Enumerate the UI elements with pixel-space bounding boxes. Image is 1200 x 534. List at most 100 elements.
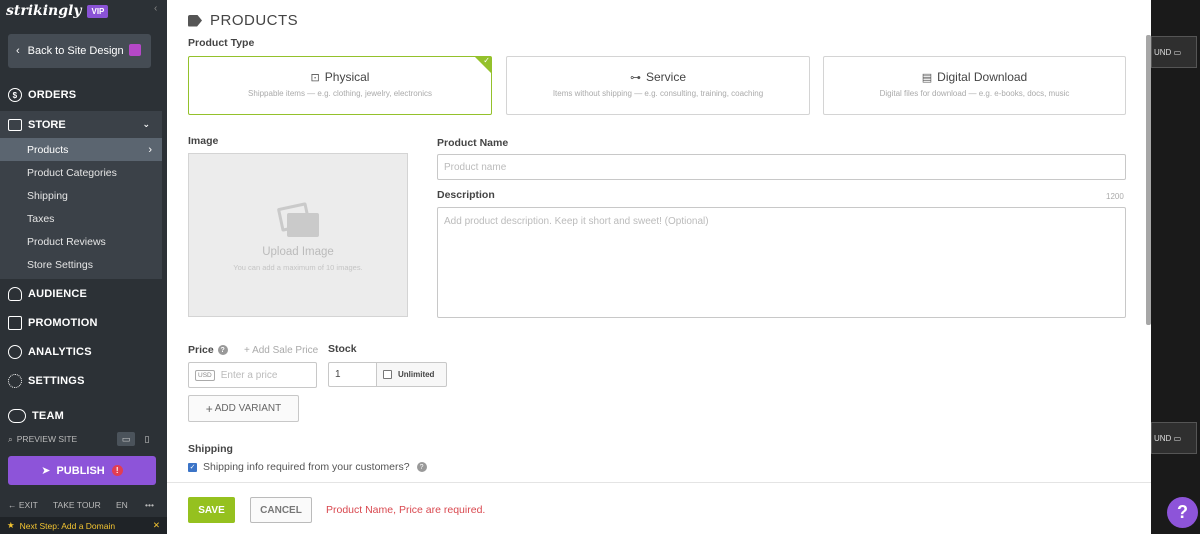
help-button[interactable]: ? xyxy=(1167,497,1198,528)
help-icon[interactable]: ? xyxy=(416,462,427,472)
description-placeholder: Add product description. Keep it short a… xyxy=(444,216,709,227)
product-type-service[interactable]: ⊶ Service Items without shipping — e.g. c… xyxy=(506,56,810,115)
sidebar-footer: ← EXIT TAKE TOUR EN ••• xyxy=(0,498,162,512)
sidebar-subitem-label: Products xyxy=(27,143,69,156)
sidebar-item-orders[interactable]: $ ORDERS xyxy=(0,85,162,105)
preview-site-link[interactable]: PREVIEW SITE xyxy=(17,434,77,444)
add-sale-price-link[interactable]: + Add Sale Price xyxy=(244,345,318,356)
upload-image-hint: You can add a maximum of 10 images. xyxy=(233,263,363,272)
next-step-label: Next Step: Add a Domain xyxy=(19,520,116,531)
sidebar-subitem-label: Product Reviews xyxy=(27,235,106,248)
product-type-label: Product Type xyxy=(188,37,255,49)
sidebar-item-label: AUDIENCE xyxy=(28,288,88,300)
save-button[interactable]: SAVE xyxy=(188,497,235,523)
publish-warning-badge: ! xyxy=(111,465,123,476)
plus-icon: + xyxy=(205,401,213,416)
logo: strikingly xyxy=(6,3,82,19)
bag-icon: ⊡ xyxy=(310,71,320,84)
description-textarea[interactable]: Add product description. Keep it short a… xyxy=(437,207,1126,318)
exit-link[interactable]: ← EXIT xyxy=(8,500,38,510)
collapse-sidebar-icon[interactable]: ‹ xyxy=(154,3,157,14)
sidebar-subitem-taxes[interactable]: Taxes xyxy=(0,207,162,230)
file-icon: ▤ xyxy=(921,71,933,84)
publish-label: PUBLISH xyxy=(56,464,105,477)
sidebar-item-audience[interactable]: AUDIENCE xyxy=(0,284,162,304)
shipping-required-label: Shipping info required from your custome… xyxy=(203,461,410,473)
shipping-label: Shipping xyxy=(188,443,233,455)
sidebar-item-analytics[interactable]: ANALYTICS xyxy=(0,342,162,362)
dumbbell-icon: ⊶ xyxy=(629,71,641,84)
image-icon: ▭ xyxy=(1173,47,1182,57)
page-title-text: PRODUCTS xyxy=(210,12,299,29)
product-type-physical[interactable]: ✓ ⊡ Physical Shippable items — e.g. cloth… xyxy=(188,56,492,115)
chevron-right-icon: › xyxy=(148,143,152,156)
sidebar-subitem-label: Product Categories xyxy=(27,166,117,179)
help-icon[interactable]: ? xyxy=(217,345,228,356)
audience-icon xyxy=(8,287,22,301)
image-label: Image xyxy=(188,135,219,147)
store-icon xyxy=(8,118,22,131)
background-tab-label: UND xyxy=(1154,433,1172,443)
product-type-desc: Digital files for download — e.g. e-book… xyxy=(879,89,1070,98)
search-icon: ⌕ xyxy=(8,433,13,444)
sidebar-item-label: STORE xyxy=(28,118,66,131)
sidebar-item-label: TEAM xyxy=(32,410,64,422)
sidebar-subitem-product-reviews[interactable]: Product Reviews xyxy=(0,230,162,253)
sidebar-item-store[interactable]: STORE ⌄ xyxy=(0,111,162,138)
panel-scrollbar[interactable] xyxy=(1146,35,1151,325)
language-selector[interactable]: EN xyxy=(116,500,128,510)
publish-button[interactable]: ➤ PUBLISH ! xyxy=(8,456,156,485)
upload-image-area[interactable]: Upload Image You can add a maximum of 10… xyxy=(188,153,408,317)
cancel-button[interactable]: CANCEL xyxy=(250,497,312,523)
close-icon[interactable]: ✕ xyxy=(153,520,160,531)
price-input[interactable]: USD Enter a price xyxy=(188,362,317,388)
sidebar-item-team[interactable]: TEAM xyxy=(0,406,162,426)
sidebar-item-label: PROMOTION xyxy=(28,317,98,329)
page-title: PRODUCTS xyxy=(188,12,298,29)
sidebar-subitem-shipping[interactable]: Shipping xyxy=(0,184,162,207)
add-variant-button[interactable]: + ADD VARIANT xyxy=(188,395,299,422)
rocket-icon: ➤ xyxy=(41,465,51,477)
product-type-desc: Items without shipping — e.g. consulting… xyxy=(552,89,764,98)
sidebar: strikingly VIP ‹ ‹ Back to Site Design $… xyxy=(0,0,167,534)
unlimited-checkbox[interactable]: Unlimited xyxy=(377,362,447,387)
unlimited-label: Unlimited xyxy=(398,370,435,379)
description-label: Description xyxy=(437,189,495,201)
shipping-required-checkbox[interactable]: ✓ xyxy=(188,462,197,472)
image-upload-icon xyxy=(276,201,319,237)
sidebar-subitem-label: Shipping xyxy=(27,189,68,202)
sidebar-item-settings[interactable]: SETTINGS xyxy=(0,371,162,391)
stock-input[interactable]: 1 xyxy=(328,362,377,387)
sidebar-item-label: ORDERS xyxy=(28,89,77,101)
product-name-placeholder: Product name xyxy=(444,161,507,173)
sidebar-subitem-product-categories[interactable]: Product Categories xyxy=(0,161,162,184)
sidebar-subitem-store-settings[interactable]: Store Settings xyxy=(0,253,162,276)
palette-icon xyxy=(129,44,141,56)
product-name-input[interactable]: Product name xyxy=(437,154,1126,180)
exit-label: EXIT xyxy=(18,500,38,510)
sidebar-subitem-products[interactable]: Products › xyxy=(0,138,162,161)
product-type-digital-download[interactable]: ▤ Digital Download Digital files for down… xyxy=(823,56,1126,115)
price-placeholder: Enter a price xyxy=(220,369,278,381)
description-char-counter: 1200 xyxy=(1106,192,1124,201)
stock-label: Stock xyxy=(328,343,357,355)
tag-icon xyxy=(188,14,202,27)
gear-icon xyxy=(8,374,22,388)
mobile-icon[interactable]: ▯ xyxy=(138,432,156,446)
logo-row: strikingly VIP xyxy=(0,0,167,22)
currency-badge: USD xyxy=(195,369,215,381)
more-icon[interactable]: ••• xyxy=(145,500,154,510)
product-editor-panel: PRODUCTS Product Type ✓ ⊡ Physical Shippa… xyxy=(167,0,1151,534)
store-group: STORE ⌄ Products › Product Categories Sh… xyxy=(0,111,162,279)
sidebar-item-promotion[interactable]: PROMOTION xyxy=(0,313,162,333)
footer-divider xyxy=(167,482,1151,483)
validation-error-message: Product Name, Price are required. xyxy=(326,504,486,516)
sidebar-item-label: SETTINGS xyxy=(28,375,85,387)
desktop-icon[interactable]: ▭ xyxy=(117,432,135,446)
next-step-bar[interactable]: ★ Next Step: Add a Domain ✕ xyxy=(0,517,167,534)
back-to-site-design-button[interactable]: ‹ Back to Site Design xyxy=(8,34,151,68)
chart-pie-icon xyxy=(8,345,22,359)
shipping-required-row: ✓ Shipping info required from your custo… xyxy=(188,461,427,473)
take-tour-link[interactable]: TAKE TOUR xyxy=(53,500,101,510)
chevron-left-icon: ‹ xyxy=(16,45,20,57)
